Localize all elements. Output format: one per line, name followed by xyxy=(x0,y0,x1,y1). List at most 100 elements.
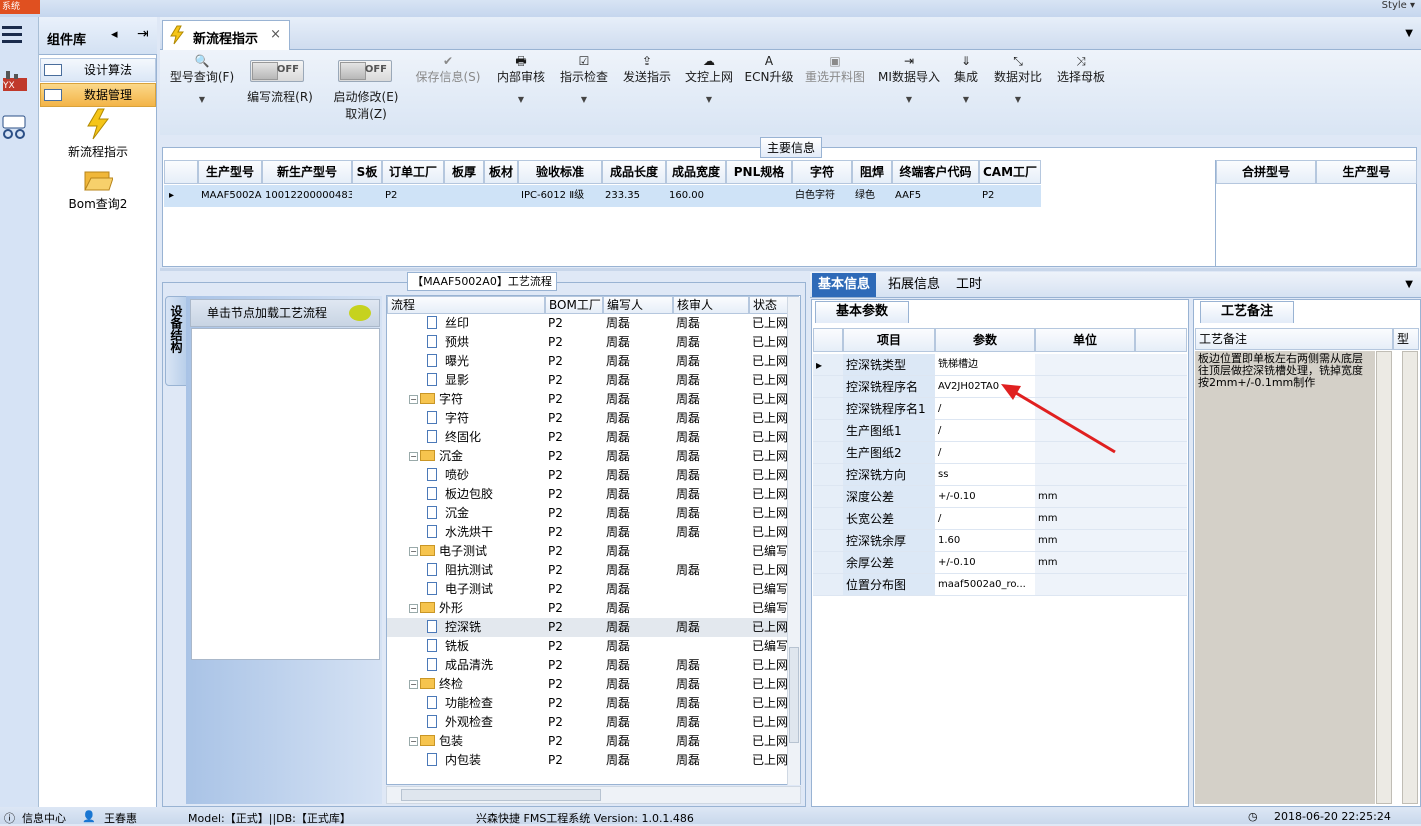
splitter[interactable] xyxy=(160,268,1421,271)
hamburger-menu-icon[interactable] xyxy=(2,26,22,47)
model-query-button[interactable]: 🔍 型号查询(F) ▼ xyxy=(168,54,236,104)
tree-node[interactable]: 内包装 xyxy=(427,751,481,770)
column-header[interactable]: 新生产型号 xyxy=(262,160,352,184)
tree-node[interactable]: 电子测试 xyxy=(427,580,493,599)
column-header[interactable]: 流程 xyxy=(387,296,545,314)
param-value[interactable]: 铣梯槽边 xyxy=(935,354,1035,376)
table-row[interactable]: 余厚公差 +/-0.10 mm xyxy=(813,552,1187,574)
select-mother-board-button[interactable]: ⤨ 选择母板 xyxy=(1054,54,1108,85)
tree-node[interactable]: 预烘 xyxy=(427,333,469,352)
row-header[interactable] xyxy=(813,574,843,596)
tree-node[interactable]: 功能检查 xyxy=(427,694,493,713)
tab-basic-params[interactable]: 基本参数 xyxy=(815,301,909,323)
tab-extended-info[interactable]: 拓展信息 xyxy=(882,273,946,297)
column-header[interactable]: PNL规格 xyxy=(726,160,792,184)
table-cell[interactable] xyxy=(444,185,484,207)
column-header[interactable]: 字符 xyxy=(792,160,852,184)
chevron-down-icon[interactable]: ▼ xyxy=(1405,279,1413,290)
table-cell[interactable]: AAF5 xyxy=(892,185,979,207)
tab-process-remark[interactable]: 工艺备注 xyxy=(1200,301,1294,323)
tool-bom-query[interactable]: Bom查询2 xyxy=(40,168,156,212)
param-unit[interactable] xyxy=(1035,574,1135,596)
param-value[interactable]: +/-0.10 xyxy=(935,486,1035,508)
column-header[interactable]: 阻焊 xyxy=(852,160,892,184)
close-icon[interactable]: × xyxy=(270,27,281,42)
internal-review-button[interactable]: 🖶 内部审核 ▼ xyxy=(494,54,548,104)
tree-node[interactable]: − 电子测试 xyxy=(409,542,487,561)
pin-icon[interactable]: ⇥ xyxy=(137,26,149,42)
table-cell[interactable]: 绿色 xyxy=(852,185,892,207)
column-header[interactable]: BOM工厂 xyxy=(545,296,603,314)
table-cell[interactable]: 白色字符 xyxy=(792,185,852,207)
grid-corner[interactable] xyxy=(1135,328,1187,352)
table-row[interactable]: 铣板 P2 周磊 已编写 xyxy=(387,637,800,656)
collapse-icon[interactable]: − xyxy=(409,737,418,746)
table-row[interactable]: 丝印 P2 周磊 周磊 已上网 xyxy=(387,314,800,333)
grid-corner[interactable] xyxy=(813,328,843,352)
tree-node[interactable]: 板边包胶 xyxy=(427,485,493,504)
table-row[interactable]: 位置分布图 maaf5002a0_ro... xyxy=(813,574,1187,596)
column-header[interactable]: 订单工厂 xyxy=(382,160,444,184)
process-hscrollbar[interactable] xyxy=(386,786,801,804)
row-header[interactable] xyxy=(813,420,843,442)
table-row[interactable]: ▸ 控深铣类型 铣梯槽边 xyxy=(813,354,1187,376)
chevron-left-icon[interactable]: ◂ xyxy=(111,27,118,42)
tool-new-process[interactable]: 新流程指示 xyxy=(40,108,156,160)
column-header[interactable]: 核审人 xyxy=(673,296,749,314)
param-unit[interactable]: mm xyxy=(1035,530,1135,552)
table-cell[interactable] xyxy=(352,185,382,207)
data-compare-button[interactable]: ⤡ 数据对比 ▼ xyxy=(990,54,1046,104)
column-header[interactable]: 项目 xyxy=(843,328,935,352)
write-flow-toggle[interactable]: OFF xyxy=(250,60,304,82)
table-row[interactable]: 终固化 P2 周磊 周磊 已上网 xyxy=(387,428,800,447)
table-row[interactable]: 控深铣余厚 1.60 mm xyxy=(813,530,1187,552)
table-row[interactable]: 字符 P2 周磊 周磊 已上网 xyxy=(387,409,800,428)
column-header[interactable]: 参数 xyxy=(935,328,1035,352)
tree-node[interactable]: − 包装 xyxy=(409,732,463,751)
collapse-icon[interactable]: − xyxy=(409,680,418,689)
remark-type-scrollbar[interactable] xyxy=(1402,351,1418,804)
param-unit[interactable]: mm xyxy=(1035,552,1135,574)
table-row[interactable]: 内包装 P2 周磊 周磊 已上网 xyxy=(387,751,800,770)
tree-node[interactable]: 水洗烘干 xyxy=(427,523,493,542)
table-row[interactable]: 电子测试 P2 周磊 已编写 xyxy=(387,580,800,599)
tab-basic-info[interactable]: 基本信息 xyxy=(812,273,877,297)
collapse-icon[interactable]: − xyxy=(409,547,418,556)
factory-icon[interactable]: YX xyxy=(2,68,28,92)
column-header[interactable]: 成品长度 xyxy=(602,160,666,184)
column-header[interactable]: 编写人 xyxy=(603,296,673,314)
param-unit[interactable] xyxy=(1035,464,1135,486)
table-row[interactable]: − 终检 P2 周磊 周磊 已上网 xyxy=(387,675,800,694)
table-row[interactable]: 板边包胶 P2 周磊 周磊 已上网 xyxy=(387,485,800,504)
tree-node[interactable]: 成品清洗 xyxy=(427,656,493,675)
row-header[interactable] xyxy=(813,442,843,464)
table-row[interactable]: 预烘 P2 周磊 周磊 已上网 xyxy=(387,333,800,352)
table-row[interactable]: − 沉金 P2 周磊 周磊 已上网 xyxy=(387,447,800,466)
table-row[interactable]: 喷砂 P2 周磊 周磊 已上网 xyxy=(387,466,800,485)
tree-node[interactable]: 阻抗测试 xyxy=(427,561,493,580)
table-cell[interactable]: 10012200000483 xyxy=(262,185,352,207)
column-header[interactable]: 生产型号 xyxy=(1316,160,1417,184)
row-header[interactable] xyxy=(813,552,843,574)
tree-node[interactable]: 丝印 xyxy=(427,314,469,333)
table-row[interactable]: 控深铣 P2 周磊 周磊 已上网 xyxy=(387,618,800,637)
tab-work-hours[interactable]: 工时 xyxy=(950,273,988,297)
table-row[interactable]: 水洗烘干 P2 周磊 周磊 已上网 xyxy=(387,523,800,542)
column-header[interactable]: CAM工厂 xyxy=(979,160,1041,184)
param-unit[interactable]: mm xyxy=(1035,486,1135,508)
table-row[interactable]: − 电子测试 P2 周磊 已编写 xyxy=(387,542,800,561)
collapse-icon[interactable]: − xyxy=(409,395,418,404)
column-header[interactable]: 验收标准 xyxy=(518,160,602,184)
table-row[interactable]: 控深铣方向 ss xyxy=(813,464,1187,486)
table-cell[interactable] xyxy=(484,185,518,207)
row-header[interactable] xyxy=(813,398,843,420)
table-row[interactable]: 成品清洗 P2 周磊 周磊 已上网 xyxy=(387,656,800,675)
table-row[interactable]: 长宽公差 / mm xyxy=(813,508,1187,530)
tree-node[interactable]: 控深铣 xyxy=(427,618,481,637)
tools-icon[interactable] xyxy=(2,114,28,140)
ecn-upgrade-button[interactable]: A ECN升级 xyxy=(744,54,794,85)
table-row[interactable]: − 包装 P2 周磊 周磊 已上网 xyxy=(387,732,800,751)
tree-node[interactable]: − 外形 xyxy=(409,599,463,618)
table-row[interactable]: − 外形 P2 周磊 已编写 xyxy=(387,599,800,618)
scroll-thumb[interactable] xyxy=(789,647,799,743)
